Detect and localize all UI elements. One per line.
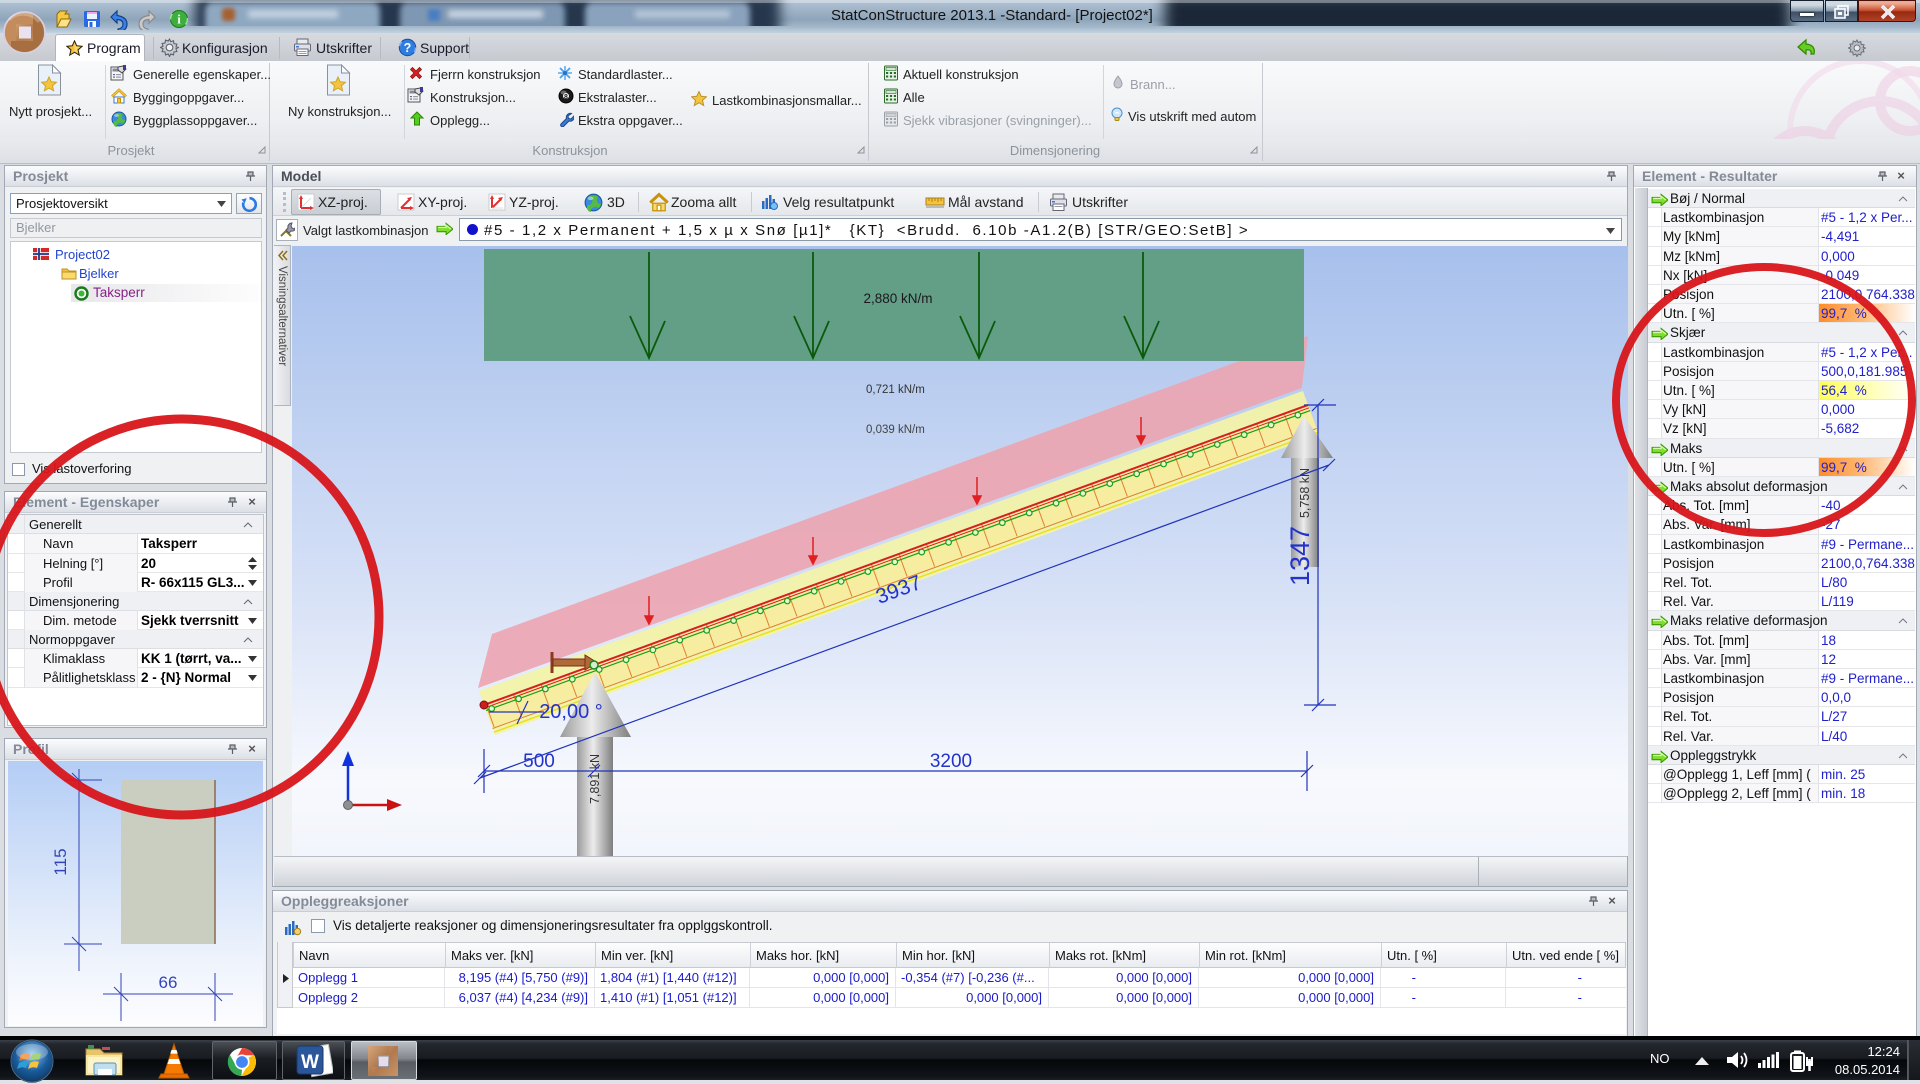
svg-text:W: W — [301, 1052, 319, 1073]
svg-text:7,891 kN: 7,891 kN — [588, 754, 602, 804]
svg-text:3200: 3200 — [930, 751, 972, 772]
svg-text:1347: 1347 — [1285, 526, 1315, 586]
svg-text:i: i — [177, 12, 181, 27]
svg-text:115: 115 — [51, 848, 70, 875]
svg-text:0,721 kN/m: 0,721 kN/m — [866, 384, 925, 396]
svg-text:?: ? — [404, 41, 412, 55]
svg-text:20,00 °: 20,00 ° — [539, 701, 603, 723]
svg-text:66: 66 — [159, 973, 178, 992]
svg-text:500: 500 — [523, 751, 555, 772]
svg-text:0,039 kN/m: 0,039 kN/m — [866, 424, 925, 436]
svg-text:2,880 kN/m: 2,880 kN/m — [863, 291, 932, 306]
